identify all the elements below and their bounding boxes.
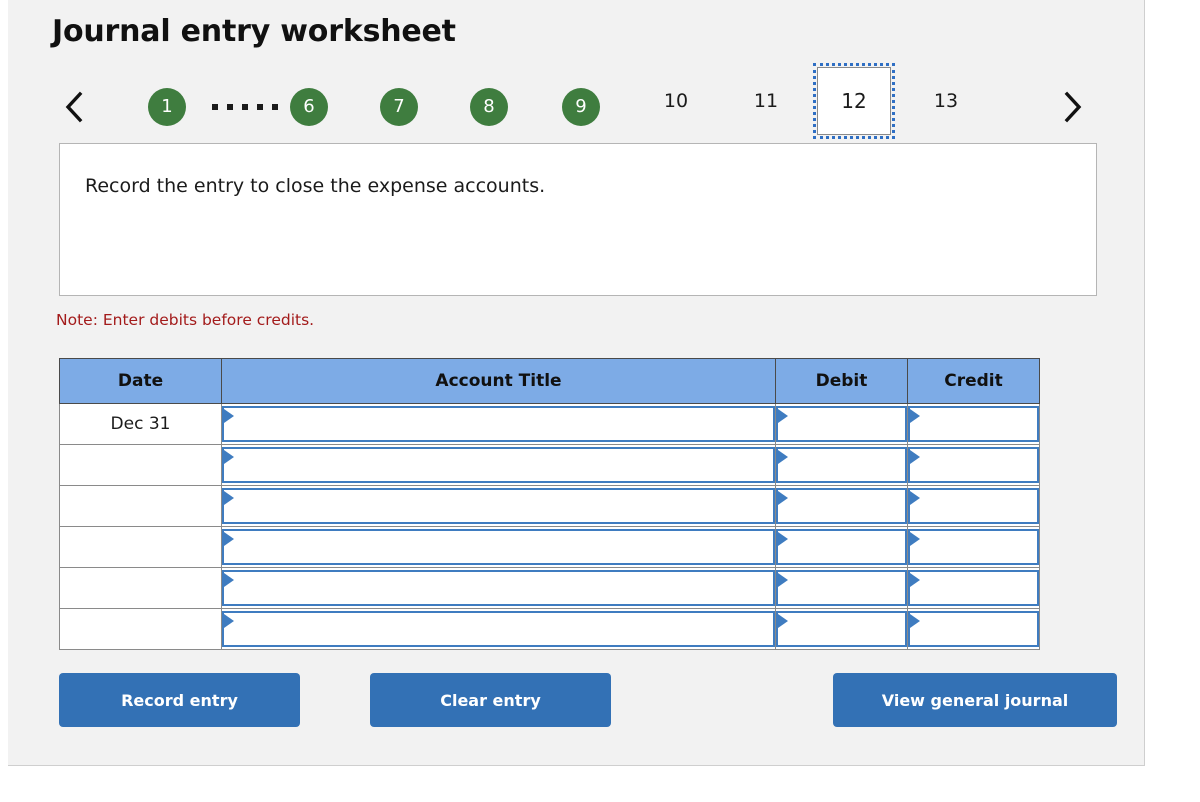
credit-input[interactable]: [908, 406, 1039, 442]
table-row: [59, 608, 1040, 650]
chevron-left-icon: [63, 90, 85, 124]
pagination-badge: 7: [380, 88, 418, 126]
pagination-item-10[interactable]: 10: [653, 82, 699, 120]
clear-entry-button[interactable]: Clear entry: [370, 673, 611, 727]
credit-cell: [907, 485, 1040, 527]
account-title-input[interactable]: [222, 406, 775, 442]
chevron-right-icon: [1061, 90, 1083, 124]
date-cell[interactable]: [59, 526, 222, 568]
debit-cell: [775, 608, 908, 650]
pagination-ellipsis: [212, 94, 278, 120]
instruction-panel: Record the entry to close the expense ac…: [59, 143, 1097, 296]
credit-input[interactable]: [908, 447, 1039, 483]
credit-cell: [907, 526, 1040, 568]
instruction-text: Record the entry to close the expense ac…: [85, 175, 546, 197]
account-title-input[interactable]: [222, 570, 775, 606]
ellipsis-dot: [272, 104, 278, 110]
credit-cell: [907, 444, 1040, 486]
account-title-input[interactable]: [222, 447, 775, 483]
view-general-journal-button[interactable]: View general journal: [833, 673, 1117, 727]
debits-before-credits-note: Note: Enter debits before credits.: [56, 311, 315, 329]
column-header-debit: Debit: [775, 358, 908, 404]
date-cell[interactable]: [59, 485, 222, 527]
credit-input[interactable]: [908, 570, 1039, 606]
pagination-badge: 9: [562, 88, 600, 126]
debit-input[interactable]: [776, 529, 907, 565]
column-header-account: Account Title: [221, 358, 776, 404]
pagination-item-1[interactable]: 1: [148, 82, 186, 132]
account-title-cell: [221, 403, 776, 445]
pagination-item-6[interactable]: 6: [290, 82, 328, 132]
date-cell[interactable]: Dec 31: [59, 403, 222, 445]
worksheet-card: Journal entry worksheet 1 6 7 8 9 10 11 …: [8, 0, 1145, 766]
pagination-badge: 8: [470, 88, 508, 126]
account-title-input[interactable]: [222, 529, 775, 565]
table-row: [59, 444, 1040, 486]
account-title-cell: [221, 608, 776, 650]
date-cell[interactable]: [59, 567, 222, 609]
ellipsis-dot: [227, 104, 233, 110]
table-row: [59, 485, 1040, 527]
debit-cell: [775, 526, 908, 568]
credit-cell: [907, 403, 1040, 445]
credit-cell: [907, 608, 1040, 650]
debit-input[interactable]: [776, 570, 907, 606]
account-title-input[interactable]: [222, 488, 775, 524]
account-title-cell: [221, 567, 776, 609]
table-header-row: Date Account Title Debit Credit: [59, 358, 1040, 404]
credit-input[interactable]: [908, 488, 1039, 524]
pagination-item-13[interactable]: 13: [923, 82, 969, 120]
debit-cell: [775, 444, 908, 486]
ellipsis-dot: [257, 104, 263, 110]
account-title-cell: [221, 485, 776, 527]
table-row: Dec 31: [59, 403, 1040, 445]
credit-input[interactable]: [908, 611, 1039, 647]
pagination-item-9[interactable]: 9: [562, 82, 600, 132]
date-cell[interactable]: [59, 608, 222, 650]
debit-cell: [775, 485, 908, 527]
account-title-cell: [221, 526, 776, 568]
account-title-cell: [221, 444, 776, 486]
ellipsis-dot: [242, 104, 248, 110]
ellipsis-dot: [212, 104, 218, 110]
pagination-badge: 6: [290, 88, 328, 126]
worksheet-page: Journal entry worksheet 1 6 7 8 9 10 11 …: [0, 0, 1200, 802]
debit-input[interactable]: [776, 611, 907, 647]
column-header-credit: Credit: [907, 358, 1040, 404]
date-cell[interactable]: [59, 444, 222, 486]
debit-input[interactable]: [776, 488, 907, 524]
pagination-item-11[interactable]: 11: [743, 82, 789, 120]
table-row: [59, 567, 1040, 609]
debit-input[interactable]: [776, 447, 907, 483]
pagination-badge: 1: [148, 88, 186, 126]
account-title-input[interactable]: [222, 611, 775, 647]
column-header-date: Date: [59, 358, 222, 404]
next-page-button[interactable]: [1052, 78, 1092, 136]
credit-cell: [907, 567, 1040, 609]
pagination-item-12-current[interactable]: 12: [813, 63, 895, 139]
pagination-item-8[interactable]: 8: [470, 82, 508, 132]
pagination-item-7[interactable]: 7: [380, 82, 418, 132]
debit-cell: [775, 567, 908, 609]
debit-cell: [775, 403, 908, 445]
page-title: Journal entry worksheet: [52, 14, 456, 49]
journal-entry-table: Date Account Title Debit Credit Dec 31: [59, 358, 1040, 650]
previous-page-button[interactable]: [54, 78, 94, 136]
debit-input[interactable]: [776, 406, 907, 442]
credit-input[interactable]: [908, 529, 1039, 565]
pagination: 1 6 7 8 9 10 11 12 13: [52, 63, 1112, 140]
table-row: [59, 526, 1040, 568]
record-entry-button[interactable]: Record entry: [59, 673, 300, 727]
